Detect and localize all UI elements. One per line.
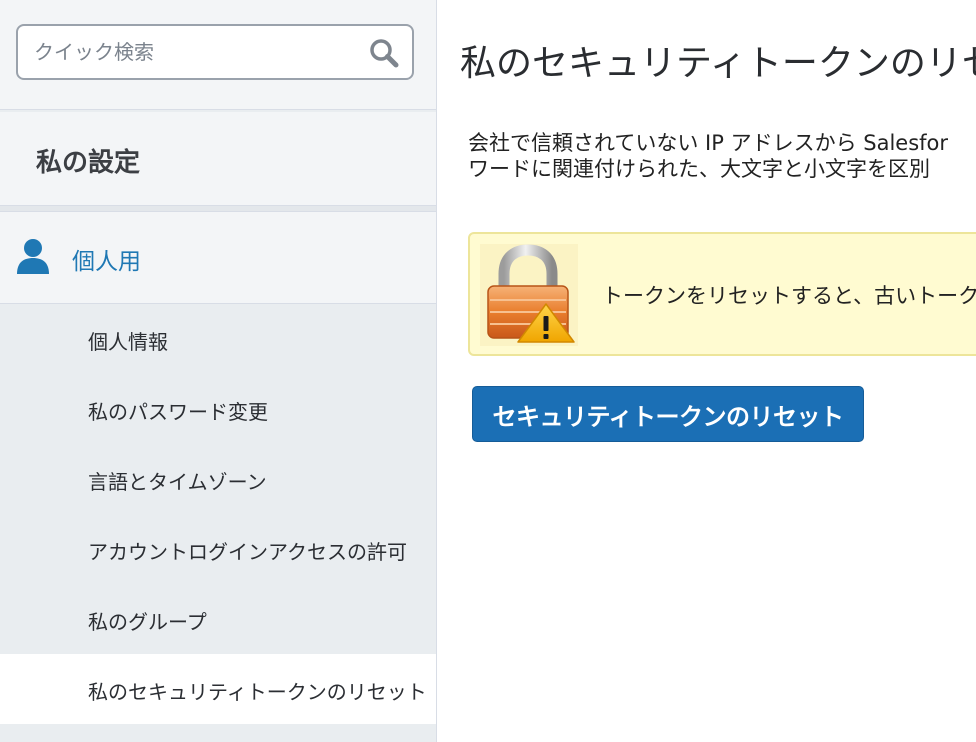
sidebar-item-label: 私のパスワード変更 — [88, 400, 268, 424]
warning-notice: トークンをリセットすると、古いトークンは — [468, 232, 976, 356]
personal-section-toggle[interactable]: 個人用 — [0, 212, 436, 304]
lock-warning-icon — [480, 244, 578, 346]
app-window: 私の設定 個人用 個人情報 私のパスワード変更 言語とタイムゾーン アカウントロ… — [0, 0, 976, 742]
sidebar-item-label: 言語とタイムゾーン — [88, 470, 267, 494]
personal-section-label: 個人用 — [72, 249, 141, 275]
sidebar-item-change-password[interactable]: 私のパスワード変更 — [0, 374, 436, 444]
person-icon — [17, 239, 49, 274]
sidebar-item-personal-info[interactable]: 個人情報 — [0, 304, 436, 374]
my-settings-header: 私の設定 — [0, 112, 436, 206]
sidebar-item-grant-login-access[interactable]: アカウントログインアクセスの許可 — [0, 514, 436, 584]
sidebar-item-reset-security-token[interactable]: 私のセキュリティトークンのリセット — [0, 654, 436, 724]
sidebar-item-label: 私のグループ — [88, 610, 207, 634]
personal-settings-list: 個人情報 私のパスワード変更 言語とタイムゾーン アカウントログインアクセスの許… — [0, 304, 436, 724]
description-line-1: 会社で信頼されていない IP アドレスから Salesfor — [468, 131, 949, 155]
page-title: 私のセキュリティトークンのリセット — [460, 43, 976, 84]
main-content: 私のセキュリティトークンのリセット 会社で信頼されていない IP アドレスから … — [437, 0, 976, 742]
my-settings-title: 私の設定 — [36, 148, 141, 178]
notice-text: トークンをリセットすると、古いトークンは — [602, 284, 976, 308]
quick-search-input[interactable] — [16, 24, 414, 80]
sidebar-item-label: アカウントログインアクセスの許可 — [88, 540, 407, 564]
sidebar: 私の設定 個人用 個人情報 私のパスワード変更 言語とタイムゾーン アカウントロ… — [0, 0, 437, 742]
search-icon[interactable] — [368, 37, 400, 69]
search-area — [0, 0, 436, 110]
sidebar-item-label: 私のセキュリティトークンのリセット — [88, 680, 427, 704]
sidebar-item-language-timezone[interactable]: 言語とタイムゾーン — [0, 444, 436, 514]
description-line-2: ワードに関連付けられた、大文字と小文字を区別 — [468, 157, 930, 181]
reset-security-token-button[interactable]: セキュリティトークンのリセット — [472, 386, 864, 442]
sidebar-item-my-groups[interactable]: 私のグループ — [0, 584, 436, 654]
description: 会社で信頼されていない IP アドレスから Salesfor ワードに関連付けら… — [468, 130, 976, 182]
sidebar-item-label: 個人情報 — [88, 330, 168, 354]
